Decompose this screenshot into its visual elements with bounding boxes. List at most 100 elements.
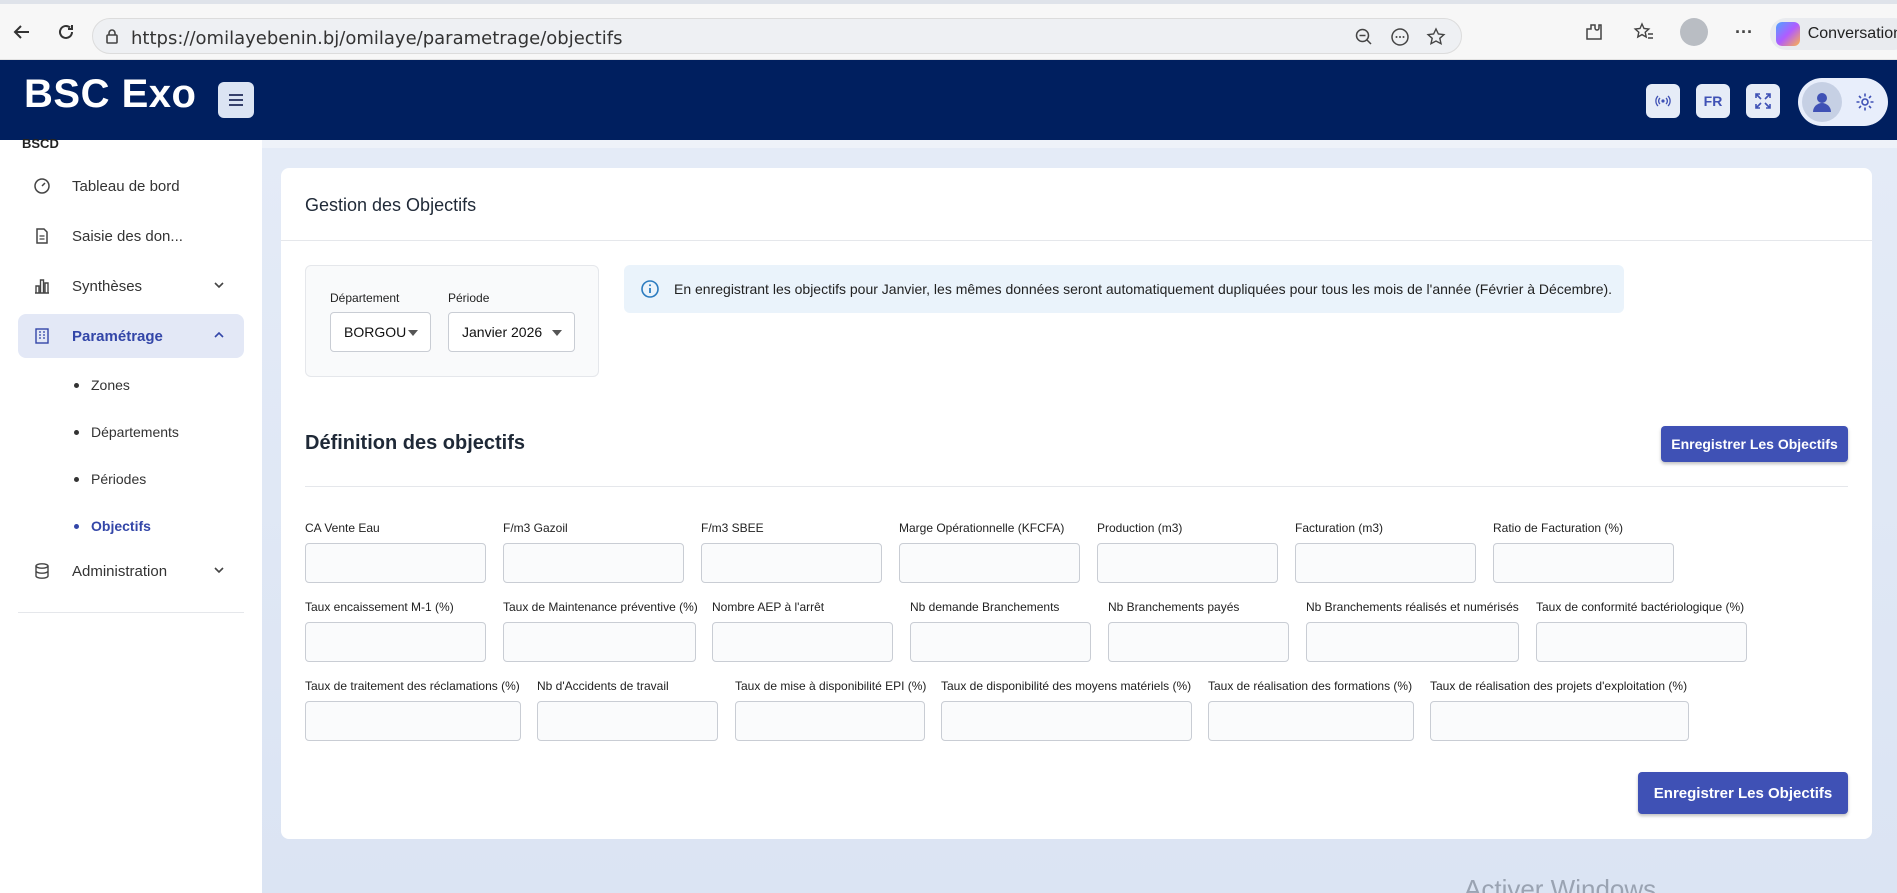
fullscreen-button[interactable]	[1746, 84, 1780, 118]
field-input[interactable]	[712, 622, 893, 662]
favorite-star-icon[interactable]	[1425, 26, 1447, 48]
app-header: BSC Exo FR	[0, 60, 1897, 140]
sidebar-subitem-departements[interactable]: Départements	[74, 424, 179, 440]
zoom-out-icon[interactable]	[1353, 26, 1375, 48]
brand-title: BSC Exo	[24, 72, 197, 116]
field-input[interactable]	[1108, 622, 1289, 662]
save-objectives-button-bottom[interactable]: Enregistrer Les Objectifs	[1638, 772, 1848, 814]
field-label: Production (m3)	[1097, 521, 1183, 535]
chevron-down-icon	[214, 282, 224, 289]
sidebar-subitem-objectifs[interactable]: Objectifs	[74, 518, 151, 534]
sidebar-item-syntheses[interactable]: Synthèses	[18, 264, 244, 308]
field-nombre-aep: Nombre AEP à l'arrêt	[712, 600, 893, 662]
department-select[interactable]: BORGOU	[330, 312, 431, 352]
chevron-down-icon	[214, 567, 224, 574]
field-input[interactable]	[537, 701, 718, 741]
field-input[interactable]	[1306, 622, 1519, 662]
reload-icon[interactable]	[50, 16, 82, 48]
broadcast-button[interactable]	[1646, 84, 1680, 118]
building-icon	[32, 326, 52, 346]
field-taux-conformite: Taux de conformité bactériologique (%)	[1536, 600, 1747, 662]
field-input[interactable]	[910, 622, 1091, 662]
field-input[interactable]	[1208, 701, 1414, 741]
field-label: Marge Opérationnelle (KFCFA)	[899, 521, 1065, 535]
field-ca-vente-eau: CA Vente Eau	[305, 521, 486, 583]
sidebar-item-administration[interactable]: Administration	[18, 549, 244, 593]
avatar[interactable]	[1802, 82, 1842, 122]
sidebar-item-tableau-de-bord[interactable]: Tableau de bord	[18, 164, 244, 208]
field-label: Taux de conformité bactériologique (%)	[1536, 600, 1745, 614]
field-taux-projets-exploitation: Taux de réalisation des projets d'exploi…	[1430, 679, 1689, 741]
filters-panel: Département BORGOU Période Janvier 2026	[305, 265, 599, 377]
address-bar[interactable]: https://omilayebenin.bj/omilaye/parametr…	[92, 18, 1462, 54]
card-divider	[281, 240, 1872, 241]
field-input[interactable]	[1430, 701, 1689, 741]
sidebar-subitem-label: Zones	[91, 377, 130, 393]
definition-divider	[305, 486, 1848, 487]
field-fm3-gazoil: F/m3 Gazoil	[503, 521, 684, 583]
field-input[interactable]	[899, 543, 1080, 583]
sidebar-subitem-label: Objectifs	[91, 518, 151, 534]
fullscreen-icon	[1755, 93, 1771, 109]
field-taux-formations: Taux de réalisation des formations (%)	[1208, 679, 1414, 741]
field-label: Nb Branchements payés	[1108, 600, 1240, 614]
field-input[interactable]	[1493, 543, 1674, 583]
sidebar-subitem-zones[interactable]: Zones	[74, 377, 130, 393]
field-input[interactable]	[503, 543, 684, 583]
field-label: Taux encaissement M-1 (%)	[305, 600, 454, 614]
browser-toolbar: https://omilayebenin.bj/omilaye/parametr…	[0, 4, 1897, 60]
sidebar-item-label: Synthèses	[72, 277, 143, 295]
field-label: Nb Branchements réalisés et numérisés	[1306, 600, 1519, 614]
field-label: Taux de disponibilité des moyens matérie…	[941, 679, 1192, 693]
field-input[interactable]	[1536, 622, 1747, 662]
sidebar-item-label: Tableau de bord	[72, 177, 180, 195]
field-fm3-sbee: F/m3 SBEE	[701, 521, 882, 583]
menu-toggle-button[interactable]	[218, 82, 254, 118]
back-icon[interactable]	[6, 16, 38, 48]
field-label: Nombre AEP à l'arrêt	[712, 600, 825, 614]
department-value: BORGOU	[344, 324, 407, 340]
field-label: Taux de réalisation des formations (%)	[1208, 679, 1413, 693]
sidebar-subitem-periodes[interactable]: Périodes	[74, 471, 146, 487]
field-taux-maintenance: Taux de Maintenance préventive (%)	[503, 600, 698, 662]
extensions-icon[interactable]	[1580, 18, 1608, 46]
field-input[interactable]	[735, 701, 925, 741]
field-nb-branchements-payes: Nb Branchements payés	[1108, 600, 1289, 662]
more-options-icon[interactable]	[1389, 26, 1411, 48]
page-title: Gestion des Objectifs	[305, 195, 477, 215]
field-label: Taux de traitement des réclamations (%)	[305, 679, 520, 693]
field-label: Taux de mise à disponibilité EPI (%)	[735, 679, 927, 693]
copilot-button[interactable]: Conversations	[1770, 18, 1897, 50]
save-objectives-button-top[interactable]: Enregistrer Les Objectifs	[1661, 426, 1848, 462]
lock-icon	[106, 29, 118, 44]
field-input[interactable]	[305, 622, 486, 662]
field-nb-branchements-realises: Nb Branchements réalisés et numérisés	[1306, 600, 1519, 662]
user-menu[interactable]	[1798, 78, 1888, 126]
field-input[interactable]	[1295, 543, 1476, 583]
sidebar-item-saisie[interactable]: Saisie des don...	[18, 214, 244, 258]
profile-icon[interactable]	[1680, 18, 1708, 46]
objectives-card: Gestion des Objectifs Département BORGOU…	[281, 168, 1872, 839]
field-input[interactable]	[701, 543, 882, 583]
field-taux-epi: Taux de mise à disponibilité EPI (%)	[735, 679, 927, 741]
sidebar-section-title: BSCD	[22, 136, 59, 151]
field-input[interactable]	[1097, 543, 1278, 583]
settings-more-icon[interactable]: ···	[1730, 18, 1758, 46]
sidebar-item-parametrage[interactable]: Paramétrage	[18, 314, 244, 358]
field-label: F/m3 Gazoil	[503, 521, 568, 535]
chevron-up-icon	[214, 331, 224, 338]
favorites-icon[interactable]	[1630, 18, 1658, 46]
gear-icon[interactable]	[1855, 92, 1875, 112]
field-input[interactable]	[305, 701, 521, 741]
period-select[interactable]: Janvier 2026	[448, 312, 575, 352]
sidebar-divider	[18, 612, 244, 613]
field-input[interactable]	[503, 622, 696, 662]
bar-chart-icon	[32, 276, 52, 296]
caret-down-icon	[552, 330, 562, 336]
language-button[interactable]: FR	[1696, 84, 1730, 118]
field-input[interactable]	[941, 701, 1192, 741]
field-label: Nb d'Accidents de travail	[537, 679, 669, 693]
field-label: Nb demande Branchements	[910, 600, 1060, 614]
field-input[interactable]	[305, 543, 486, 583]
field-label: Taux de Maintenance préventive (%)	[503, 600, 698, 614]
